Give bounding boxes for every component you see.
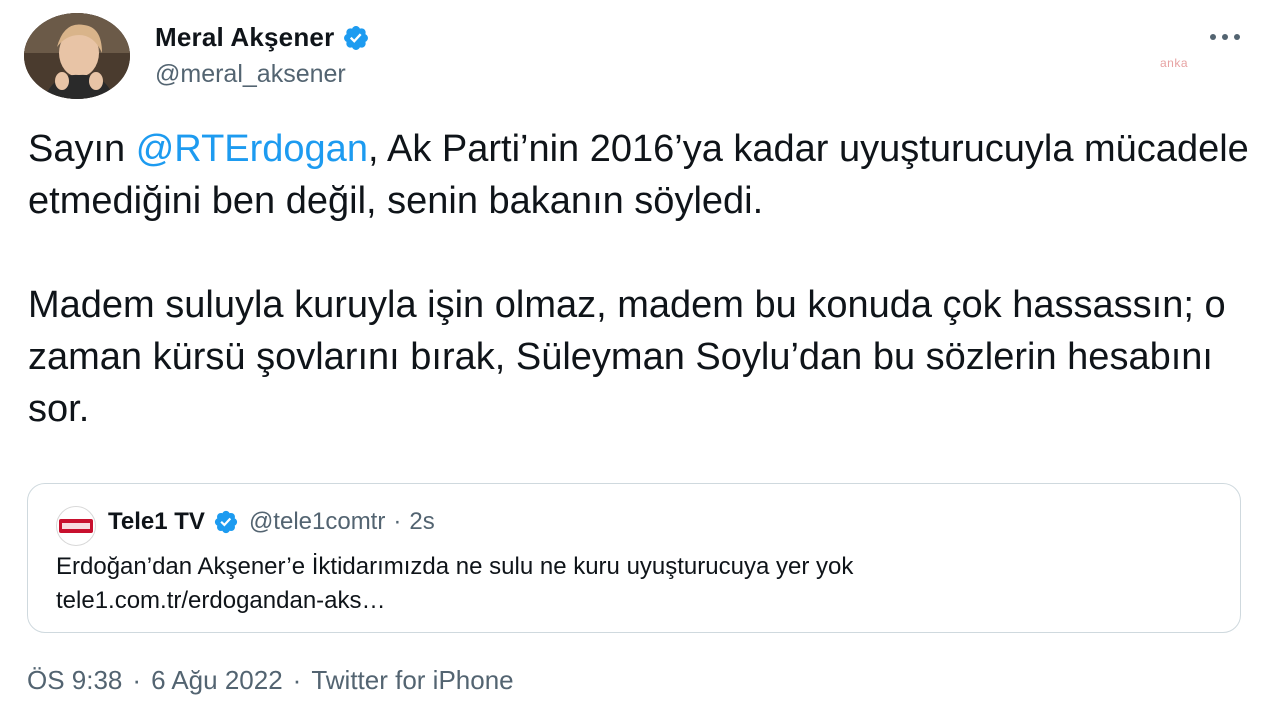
quoted-timestamp[interactable]: 2s [409,508,434,536]
author-avatar[interactable] [24,13,130,99]
more-options-button[interactable] [1200,22,1250,52]
tweet-date[interactable]: 6 Ağu 2022 [151,665,283,695]
quoted-tweet-link[interactable]: tele1.com.tr/erdogandan-aks… [56,584,853,618]
tweet-time[interactable]: ÖS 9:38 [27,665,122,695]
tweet-paragraph-1: Sayın @RTErdogan, Ak Parti’nin 2016’ya k… [28,123,1258,227]
quoted-tweet-card[interactable]: Tele1 TV @tele1comtr · 2s Erdoğan’dan Ak… [27,483,1241,633]
quoted-author-handle: @tele1comtr [248,508,386,535]
meta-separator: · [132,665,142,695]
author-handle[interactable]: @meral_aksener [155,60,346,89]
verified-badge-icon [344,25,369,50]
tweet-text: Sayın @RTErdogan, Ak Parti’nin 2016’ya k… [28,123,1258,435]
meta-separator: · [292,665,302,695]
tele1-logo [59,519,93,533]
more-options-icon [1210,34,1240,40]
quoted-separator: · [393,508,402,535]
quoted-verified-badge-icon [214,510,238,534]
quoted-author-name: Tele1 TV [108,508,205,535]
mention-link[interactable]: @RTErdogan [136,128,368,170]
author-name-text: Meral Akşener [155,22,335,52]
quoted-tweet-header: Tele1 TV @tele1comtr · 2s [108,508,435,536]
tweet-text-before-mention: Sayın [28,128,136,170]
quoted-author-avatar[interactable] [56,506,96,546]
tweet: Meral Akşener @meral_aksener anka Sayın … [0,0,1280,720]
quoted-tweet-text: Erdoğan’dan Akşener’e İktidarımızda ne s… [56,550,853,618]
tweet-metadata: ÖS 9:38 · 6 Ağu 2022 · Twitter for iPhone [27,665,514,696]
tweet-client[interactable]: Twitter for iPhone [311,665,513,695]
tweet-paragraph-2: Madem suluyla kuruyla işin olmaz, madem … [28,284,1226,430]
author-name[interactable]: Meral Akşener [155,22,370,53]
watermark: anka [1160,56,1189,70]
quoted-tweet-line: Erdoğan’dan Akşener’e İktidarımızda ne s… [56,553,854,580]
